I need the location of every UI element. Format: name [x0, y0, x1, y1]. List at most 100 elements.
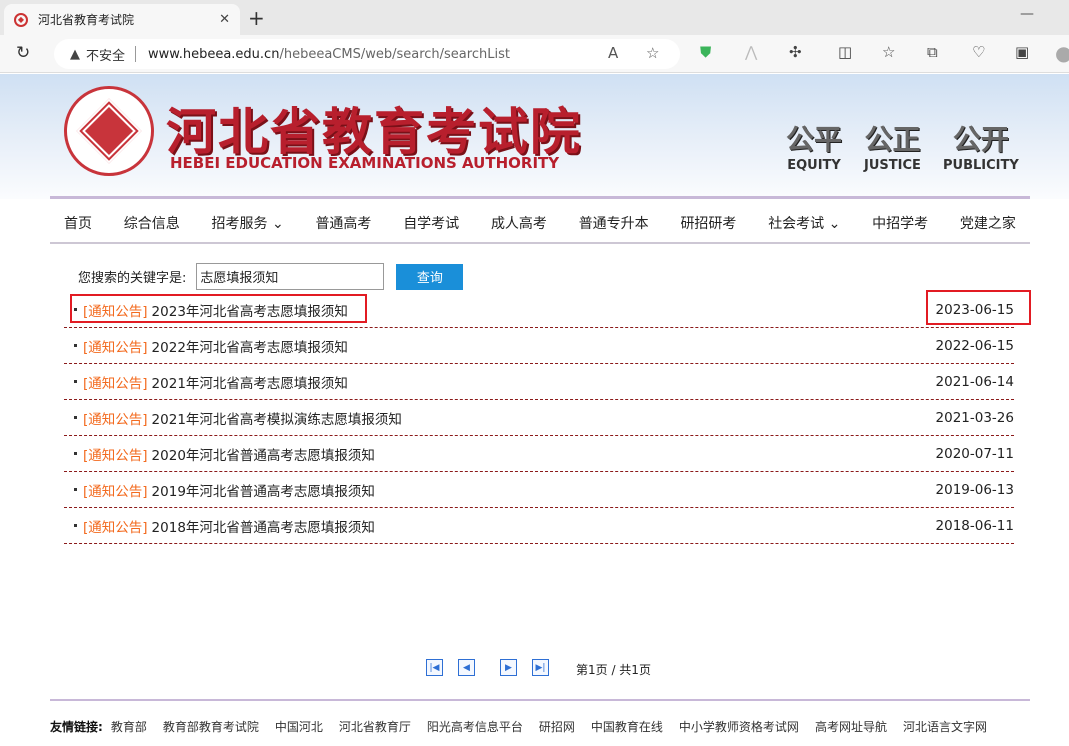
friend-link[interactable]: 中国教育在线 [591, 718, 663, 735]
new-tab-icon[interactable]: + [248, 6, 265, 30]
shield-extension-icon[interactable]: ⛊ [700, 43, 711, 61]
extensions-puzzle-icon[interactable]: ✣ [789, 43, 802, 61]
divider [135, 46, 137, 62]
result-tag[interactable]: [通知公告] [83, 408, 148, 428]
motto-justice: 公正 JUSTICE [864, 123, 921, 173]
nav-item[interactable]: 自学考试 [403, 213, 459, 233]
result-title-link[interactable]: 2019年河北省普通高考志愿填报须知 [152, 480, 375, 500]
health-icon[interactable]: ♡ [972, 43, 985, 61]
result-row: [通知公告] 2021年河北省高考志愿填报须知 2021-06-14 [64, 364, 1014, 400]
first-page-icon[interactable]: |◀ [426, 659, 443, 676]
bullet-icon [74, 488, 77, 491]
next-page-icon[interactable]: ▶ [500, 659, 517, 676]
result-date: 2021-06-14 [935, 373, 1014, 390]
divider [50, 242, 1030, 244]
motto-equity: 公平 EQUITY [786, 123, 843, 173]
site-logo[interactable] [64, 86, 154, 176]
bullet-icon [74, 344, 77, 347]
result-date: 2019-06-13 [935, 481, 1014, 498]
result-tag[interactable]: [通知公告] [83, 480, 148, 500]
split-screen-icon[interactable]: ◫ [838, 43, 852, 61]
nav-item[interactable]: 普通专升本 [579, 213, 649, 233]
bullet-icon [74, 524, 77, 527]
result-date: 2020-07-11 [935, 445, 1014, 462]
friend-link[interactable]: 河北语言文字网 [903, 718, 987, 735]
warning-icon: ▲ [70, 46, 80, 62]
bullet-icon [74, 416, 77, 419]
tab-bar: ◆ 河北省教育考试院 ✕ + — [0, 0, 1069, 35]
search-label: 您搜索的关键字是: [78, 271, 187, 286]
sidebar-icon[interactable]: ▣ [1015, 43, 1029, 61]
address-bar[interactable]: ▲ 不安全 www.hebeea.edu.cn/hebeeaCMS/web/se… [54, 39, 680, 69]
divider [50, 699, 1030, 701]
nav-item[interactable]: 普通高考 [315, 213, 371, 233]
url-host: www.hebeea.edu.cn [148, 46, 280, 62]
pagination: |◀ ◀ ▶ ▶| 第1页 / 共1页 [426, 657, 651, 678]
close-tab-icon[interactable]: ✕ [219, 12, 230, 27]
nav-item[interactable]: 招考服务 ⌄ [212, 213, 284, 233]
result-title-link[interactable]: 2022年河北省高考志愿填报须知 [152, 336, 348, 356]
results-list: [通知公告] 2023年河北省高考志愿填报须知 2023-06-15 [通知公告] 20… [64, 292, 1014, 544]
prev-page-icon[interactable]: ◀ [458, 659, 475, 676]
extension-icon[interactable]: ⋀ [745, 43, 757, 61]
divider [50, 196, 1030, 199]
highlight-box [926, 290, 1031, 325]
friend-link[interactable]: 教育部教育考试院 [163, 718, 259, 735]
result-title-link[interactable]: 2020年河北省普通高考志愿填报须知 [152, 444, 375, 464]
result-tag[interactable]: [通知公告] [83, 372, 148, 392]
nav-item[interactable]: 党建之家 [960, 213, 1016, 233]
security-status[interactable]: 不安全 [86, 45, 125, 64]
minimize-icon[interactable]: — [1020, 6, 1034, 22]
result-tag[interactable]: [通知公告] [83, 516, 148, 536]
favorites-icon[interactable]: ☆ [882, 43, 895, 61]
friend-link[interactable]: 教育部 [111, 718, 147, 735]
bullet-icon [74, 380, 77, 383]
main-nav: 首页 综合信息 招考服务 ⌄ 普通高考 自学考试 成人高考 普通专升本 研招研考… [50, 202, 1030, 243]
collections-icon[interactable]: ⧉ [927, 43, 938, 61]
result-date: 2022-06-15 [935, 337, 1014, 354]
favorite-star-icon[interactable]: ☆ [646, 44, 659, 62]
reload-icon[interactable]: ↻ [16, 43, 30, 63]
friend-links: 友情链接: 教育部 教育部教育考试院 中国河北 河北省教育厅 阳光高考信息平台 研招网 中国… [50, 718, 987, 735]
result-title-link[interactable]: 2018年河北省普通高考志愿填报须知 [152, 516, 375, 536]
result-row: [通知公告] 2018年河北省普通高考志愿填报须知 2018-06-11 [64, 508, 1014, 544]
browser-tab[interactable]: ◆ 河北省教育考试院 ✕ [4, 4, 240, 35]
search-button[interactable]: 查询 [396, 263, 464, 290]
nav-item[interactable]: 研招研考 [680, 213, 736, 233]
friend-link[interactable]: 高考网址导航 [815, 718, 887, 735]
friend-links-label: 友情链接: [50, 720, 103, 734]
motto-publicity: 公开 PUBLICITY [943, 123, 1019, 173]
result-title-link[interactable]: 2021年河北省高考志愿填报须知 [152, 372, 348, 392]
result-row: [通知公告] 2021年河北省高考模拟演练志愿填报须知 2021-03-26 [64, 400, 1014, 436]
bullet-icon [74, 452, 77, 455]
nav-item[interactable]: 社会考试 ⌄ [768, 213, 840, 233]
result-tag[interactable]: [通知公告] [83, 444, 148, 464]
search-form: 您搜索的关键字是: 查询 [78, 263, 464, 290]
result-row: [通知公告] 2019年河北省普通高考志愿填报须知 2019-06-13 [64, 472, 1014, 508]
nav-item[interactable]: 综合信息 [124, 213, 180, 233]
profile-avatar[interactable]: ● [1055, 41, 1069, 65]
site-subtitle: HEBEI EDUCATION EXAMINATIONS AUTHORITY [170, 154, 560, 172]
result-row: [通知公告] 2020年河北省普通高考志愿填报须知 2020-07-11 [64, 436, 1014, 472]
page-info: 第1页 / 共1页 [576, 663, 651, 677]
result-row: [通知公告] 2022年河北省高考志愿填报须知 2022-06-15 [64, 328, 1014, 364]
friend-link[interactable]: 阳光高考信息平台 [427, 718, 523, 735]
search-input[interactable] [196, 263, 385, 290]
highlight-box [70, 294, 367, 323]
result-date: 2021-03-26 [935, 409, 1014, 426]
read-aloud-icon[interactable]: A [608, 44, 618, 62]
nav-item[interactable]: 中招学考 [872, 213, 928, 233]
result-tag[interactable]: [通知公告] [83, 336, 148, 356]
tab-title: 河北省教育考试院 [38, 13, 135, 27]
friend-link[interactable]: 中国河北 [275, 718, 323, 735]
friend-link[interactable]: 河北省教育厅 [339, 718, 411, 735]
nav-item[interactable]: 成人高考 [491, 213, 547, 233]
address-row: ↻ ▲ 不安全 www.hebeea.edu.cn/hebeeaCMS/web/… [0, 35, 1069, 73]
nav-item[interactable]: 首页 [64, 213, 92, 233]
last-page-icon[interactable]: ▶| [532, 659, 549, 676]
result-title-link[interactable]: 2021年河北省高考模拟演练志愿填报须知 [152, 408, 402, 428]
friend-link[interactable]: 研招网 [539, 718, 575, 735]
site-favicon-icon: ◆ [14, 12, 28, 27]
result-date: 2018-06-11 [935, 517, 1014, 534]
friend-link[interactable]: 中小学教师资格考试网 [679, 718, 799, 735]
